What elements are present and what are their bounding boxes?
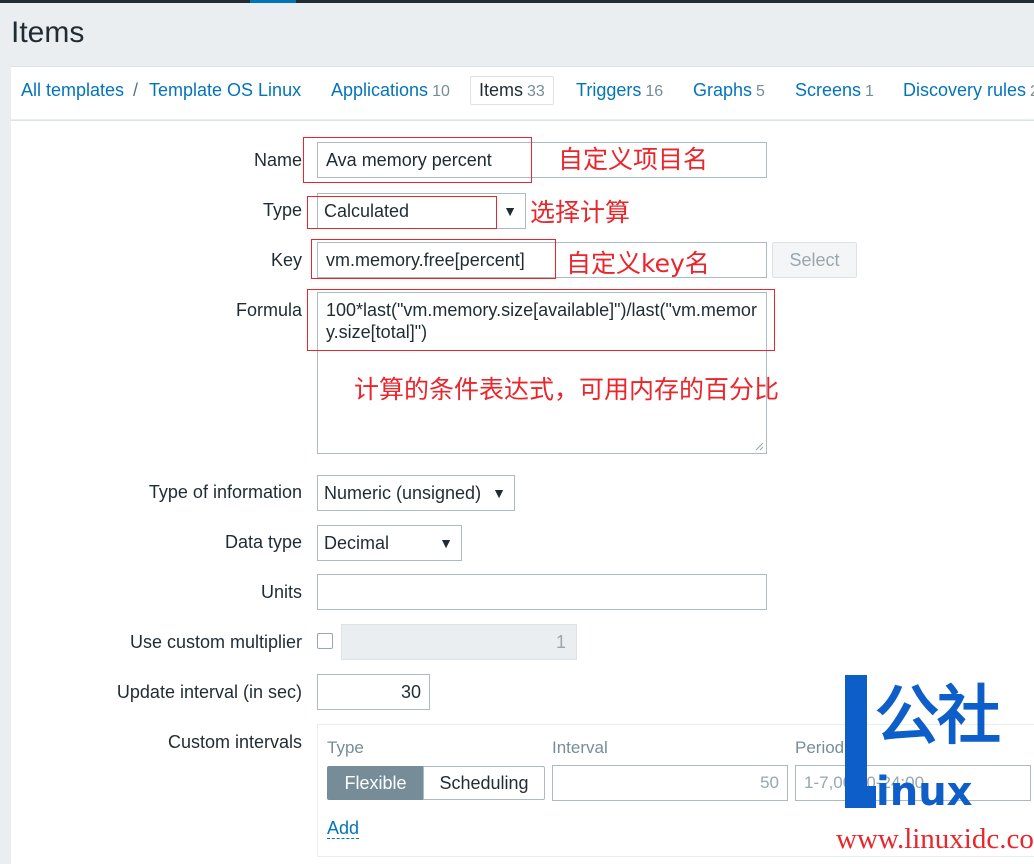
tab-triggers-label: Triggers xyxy=(576,80,642,100)
tab-graphs-label: Graphs xyxy=(693,80,753,100)
column-type-header: Type xyxy=(327,738,364,757)
tab-discovery-rules[interactable]: Discovery rules2 xyxy=(903,80,1034,101)
top-bar xyxy=(0,0,1034,3)
key-select-button[interactable]: Select xyxy=(772,242,857,278)
interval-input[interactable]: 50 xyxy=(552,765,788,801)
chevron-down-icon: ▼ xyxy=(492,485,506,501)
tab-screens-count: 1 xyxy=(865,83,874,100)
update-interval-input[interactable]: 30 xyxy=(317,674,430,710)
add-interval-link[interactable]: Add xyxy=(327,818,360,839)
formula-label: Formula xyxy=(235,300,302,320)
page-title: Items xyxy=(11,16,85,49)
tab-applications-count: 10 xyxy=(432,83,450,100)
custom-multiplier-input[interactable]: 1 xyxy=(341,624,577,660)
update-interval-label: Update interval (in sec) xyxy=(116,682,302,702)
units-label: Units xyxy=(260,582,302,602)
custom-intervals-label: Custom intervals xyxy=(167,732,302,752)
column-period-header: Period xyxy=(795,738,845,757)
annotation-box-formula xyxy=(307,289,775,351)
tab-screens-label: Screens xyxy=(795,80,862,100)
tab-discovery-rules-count: 2 xyxy=(1030,83,1034,100)
name-label: Name xyxy=(253,150,302,170)
breadcrumb-separator: / xyxy=(133,80,139,100)
data-type-value: Decimal xyxy=(324,533,390,553)
tab-applications[interactable]: Applications 10 xyxy=(331,80,450,101)
data-type-label: Data type xyxy=(224,532,302,552)
tab-discovery-rules-label: Discovery rules xyxy=(903,80,1027,100)
scheduling-toggle[interactable]: Scheduling xyxy=(423,766,545,800)
tab-items[interactable]: Items 33 xyxy=(470,76,554,105)
custom-multiplier-checkbox[interactable] xyxy=(317,633,333,649)
annotation-formula-note: 计算的条件表达式，可用内存的百分比 xyxy=(354,375,780,404)
chevron-down-icon: ▼ xyxy=(503,203,517,219)
key-label: Key xyxy=(270,250,302,270)
type-of-information-label: Type of information xyxy=(148,482,302,502)
resize-grip-icon[interactable] xyxy=(754,441,764,451)
column-interval-header: Interval xyxy=(552,738,608,757)
watermark-brand: 公社 xyxy=(875,680,1001,754)
annotation-name-note: 自定义项目名 xyxy=(558,145,709,174)
type-label: Type xyxy=(262,200,302,220)
units-input[interactable] xyxy=(317,574,767,610)
annotation-type-note: 选择计算 xyxy=(530,198,631,227)
tab-graphs[interactable]: Graphs 5 xyxy=(693,80,765,101)
chevron-down-icon: ▼ xyxy=(439,535,453,551)
annotation-box-key xyxy=(311,239,556,279)
data-type-select[interactable]: Decimal ▼ xyxy=(317,525,462,561)
annotation-box-type xyxy=(307,196,497,229)
tab-applications-label: Applications xyxy=(331,80,429,100)
tab-triggers-count: 16 xyxy=(645,83,664,100)
annotation-box-name xyxy=(303,137,532,183)
watermark-logo-foot xyxy=(845,786,876,808)
top-bar-indicator xyxy=(250,0,296,3)
tab-triggers[interactable]: Triggers 16 xyxy=(576,80,663,101)
annotation-key-note: 自定义key名 xyxy=(566,249,710,278)
watermark-url: www.linuxidc.com xyxy=(836,823,1034,855)
tab-graphs-count: 5 xyxy=(756,83,765,100)
flexible-toggle[interactable]: Flexible xyxy=(327,766,424,800)
navigation-bar: All templates / Template OS Linux Applic… xyxy=(11,66,1034,119)
watermark-tail: inux xyxy=(876,769,973,815)
tab-items-count: 33 xyxy=(527,83,545,100)
custom-multiplier-label: Use custom multiplier xyxy=(129,632,302,652)
breadcrumb-template[interactable]: Template OS Linux xyxy=(149,80,301,101)
tab-items-label: Items xyxy=(479,80,524,100)
type-of-information-value: Numeric (unsigned) xyxy=(324,483,482,503)
tab-screens[interactable]: Screens 1 xyxy=(795,80,874,101)
breadcrumb-all-templates[interactable]: All templates xyxy=(21,80,124,101)
type-of-information-select[interactable]: Numeric (unsigned) ▼ xyxy=(317,475,515,511)
